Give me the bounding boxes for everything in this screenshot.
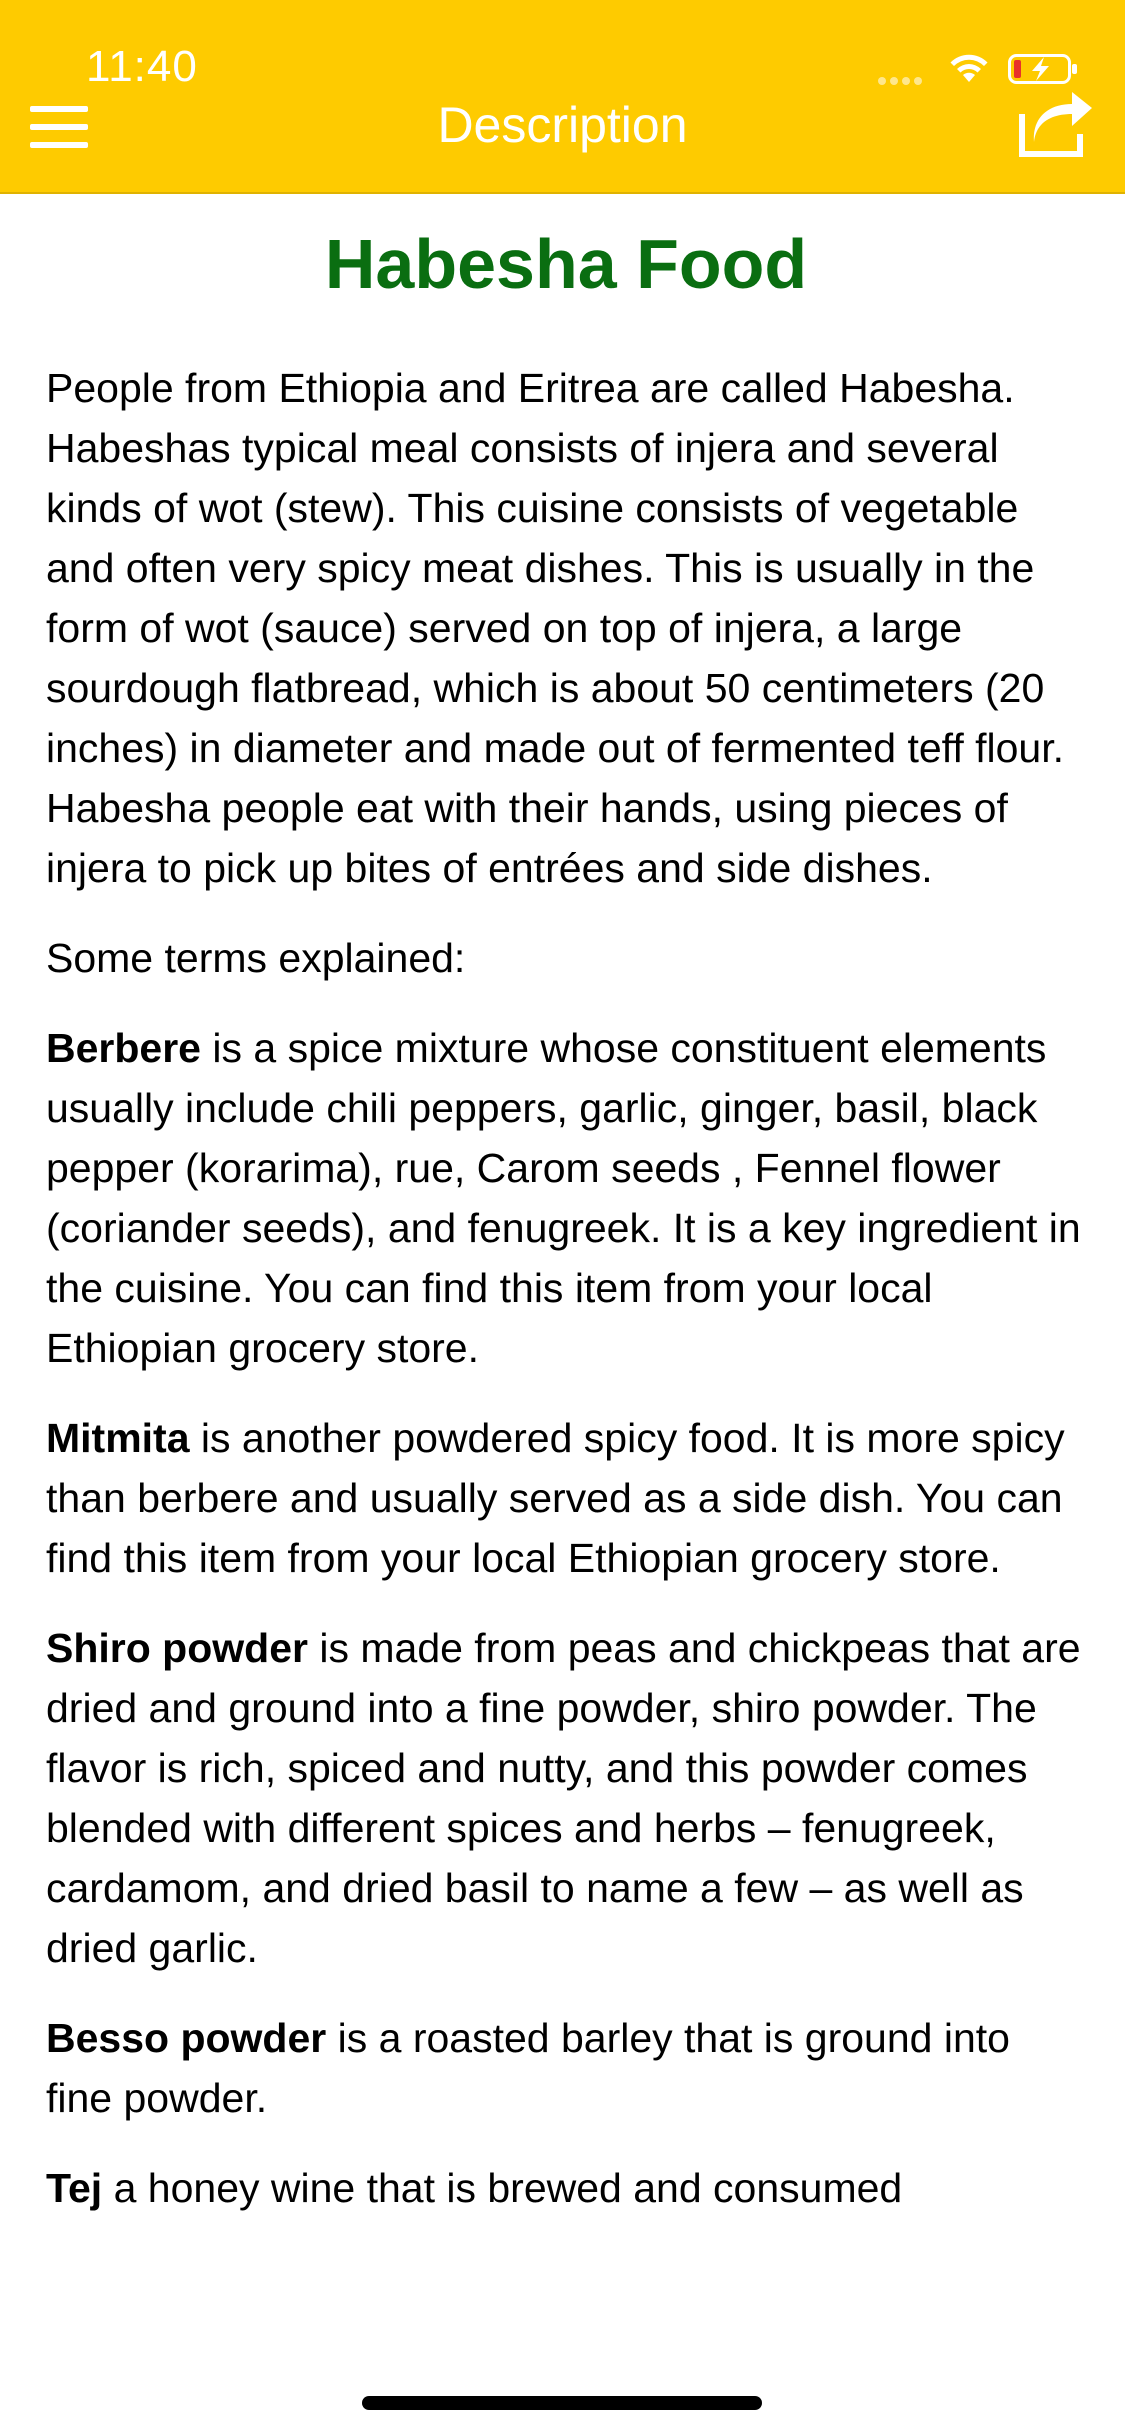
term-label: Berbere [46,1025,201,1071]
term-label: Tej [46,2165,103,2211]
battery-charging-icon [1008,54,1077,84]
term-paragraph-tej: Tej a honey wine that is brewed and cons… [46,2158,1086,2218]
intro-paragraph: People from Ethiopia and Eritrea are cal… [46,365,1064,891]
home-indicator[interactable] [362,2396,762,2410]
share-icon[interactable] [1016,92,1096,160]
article-content: Habesha Food People from Ethiopia and Er… [46,192,1086,2218]
wifi-icon [950,54,988,82]
term-paragraph-shiro: Shiro powder is made from peas and chick… [46,1618,1086,1978]
status-time: 11:40 [86,42,198,91]
term-description: is made from peas and chickpeas that are… [46,1625,1081,1971]
term-label: Mitmita [46,1415,190,1461]
term-description: is a spice mixture whose constituent ele… [46,1025,1081,1371]
term-description: a honey wine that is brewed and consumed [102,2165,903,2211]
page-title: Habesha Food [324,225,808,303]
term-paragraph-besso: Besso powder is a roasted barley that is… [46,2008,1086,2128]
signal-dots-icon [878,72,934,85]
term-paragraph-mitmita: Mitmita is another powdered spicy food. … [46,1408,1086,1588]
term-label: Besso powder [46,2015,327,2061]
term-label: Shiro powder [46,1625,308,1671]
nav-title: Description [437,97,688,153]
term-paragraph-berbere: Berbere is a spice mixture whose constit… [46,1018,1086,1378]
navigation-bar: 11:40 Description [0,0,1125,194]
terms-heading: Some terms explained: [46,935,466,981]
term-description: is another powdered spicy food. It is mo… [46,1415,1065,1581]
